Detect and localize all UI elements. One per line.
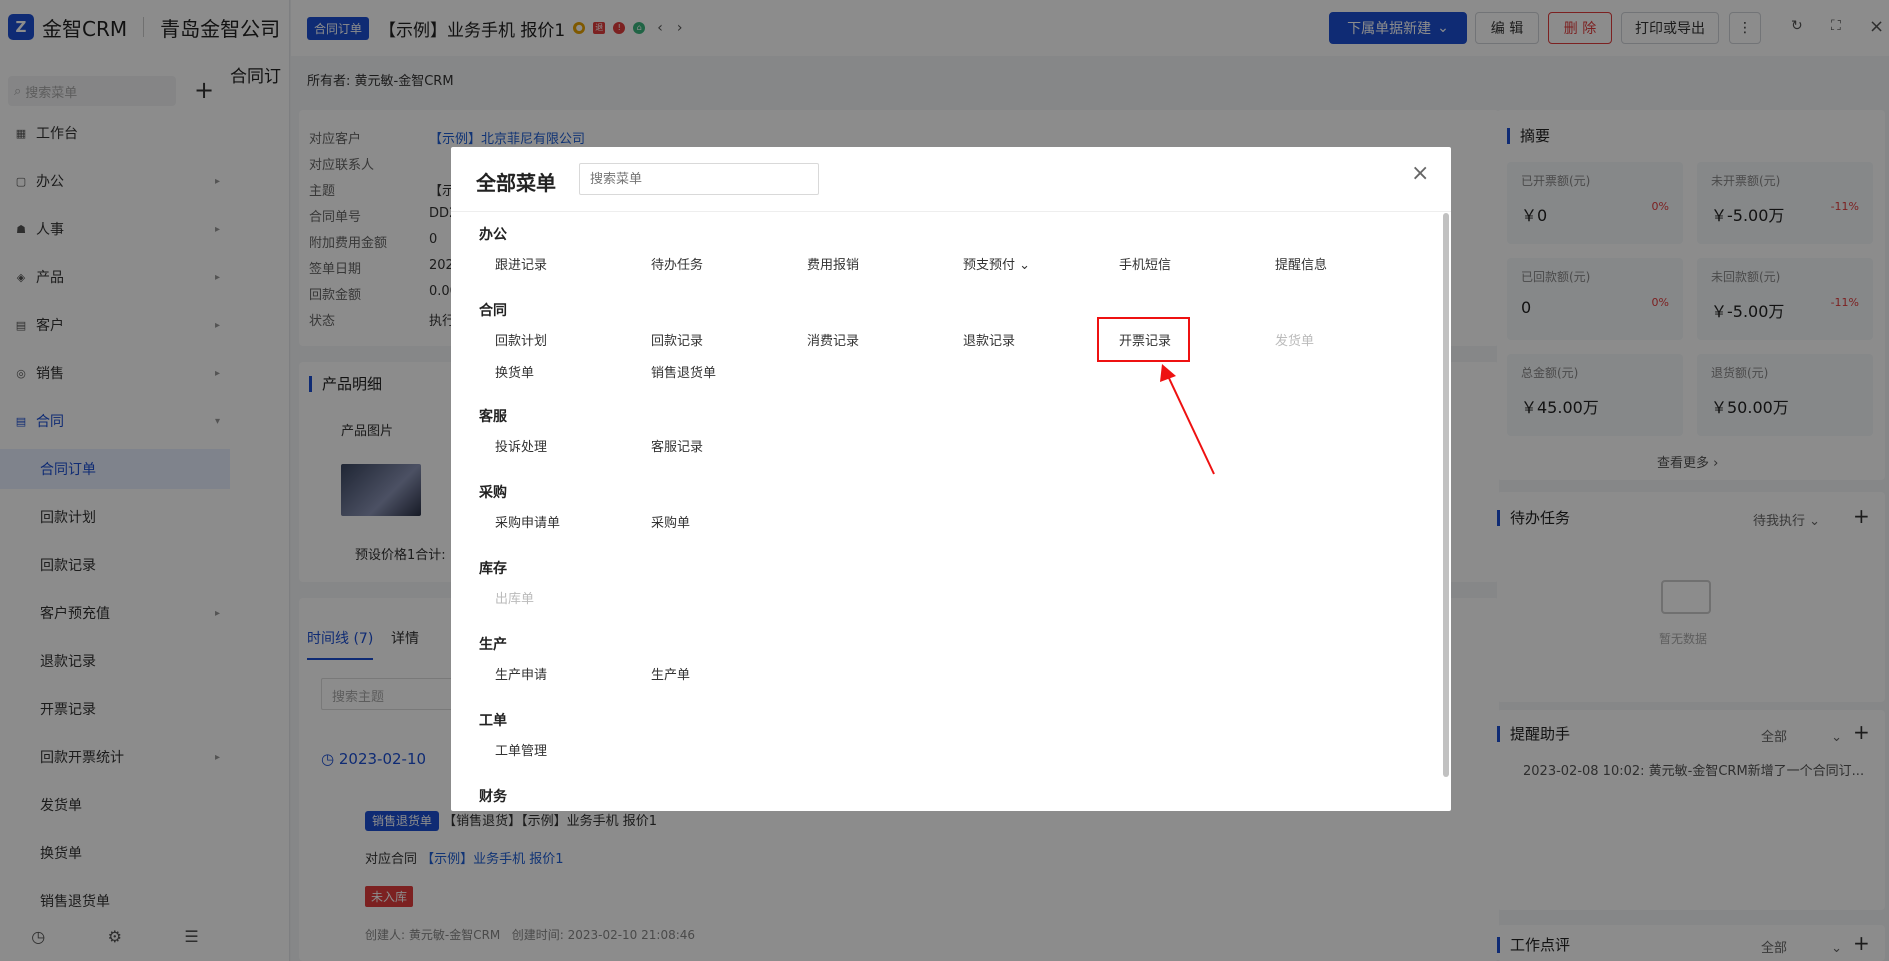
scrollbar[interactable] [1443,213,1449,777]
menu-search-input[interactable] [579,163,819,195]
menu-item-exchange[interactable]: 换货单 [495,362,534,381]
menu-item-expense[interactable]: 费用报销 [807,254,859,273]
all-menu-modal: 全部菜单 × 办公 跟进记录 待办任务 费用报销 预支预付 ⌄ 手机短信 提醒信… [451,147,1451,811]
annotation-arrow-icon [1160,364,1215,475]
menu-item-sms[interactable]: 手机短信 [1119,254,1171,273]
group-title-finance: 财务 [479,789,507,805]
menu-item-delivery: 发货单 [1275,334,1315,349]
menu-item-outbound: 出库单 [495,592,535,607]
menu-item-advance[interactable]: 预支预付 ⌄ [963,254,1030,273]
menu-item-production-request[interactable]: 生产申请 [495,664,547,683]
menu-item-follow-up[interactable]: 跟进记录 [495,254,547,273]
group-title-inventory: 库存 [479,561,507,577]
menu-item-purchase-request[interactable]: 采购申请单 [495,512,560,531]
close-icon[interactable]: × [1411,161,1429,186]
group-title-purchase: 采购 [479,485,507,501]
group-title-production: 生产 [479,637,507,653]
menu-list: 办公 跟进记录 待办任务 费用报销 预支预付 ⌄ 手机短信 提醒信息 合同 回款… [451,212,1441,811]
menu-item-service-record[interactable]: 客服记录 [651,436,703,455]
group-title-contract: 合同 [479,303,507,319]
group-title-service: 客服 [479,409,507,425]
menu-item-production-order[interactable]: 生产单 [651,664,690,683]
menu-item-payment-record[interactable]: 回款记录 [651,330,703,349]
menu-item-payment-plan[interactable]: 回款计划 [495,330,547,349]
menu-item-refund[interactable]: 退款记录 [963,330,1015,349]
menu-item-complaint[interactable]: 投诉处理 [495,436,547,455]
group-title-workorder: 工单 [479,713,507,729]
modal-title: 全部菜单 [476,171,556,195]
menu-item-consumption[interactable]: 消费记录 [807,330,859,349]
menu-item-purchase-order[interactable]: 采购单 [651,512,690,531]
menu-item-reminder[interactable]: 提醒信息 [1275,254,1327,273]
menu-item-sales-return[interactable]: 销售退货单 [651,362,716,381]
menu-item-todo[interactable]: 待办任务 [651,254,703,273]
menu-item-workorder-manage[interactable]: 工单管理 [495,740,547,759]
highlight-box [1097,317,1190,362]
group-title-office: 办公 [479,227,507,243]
